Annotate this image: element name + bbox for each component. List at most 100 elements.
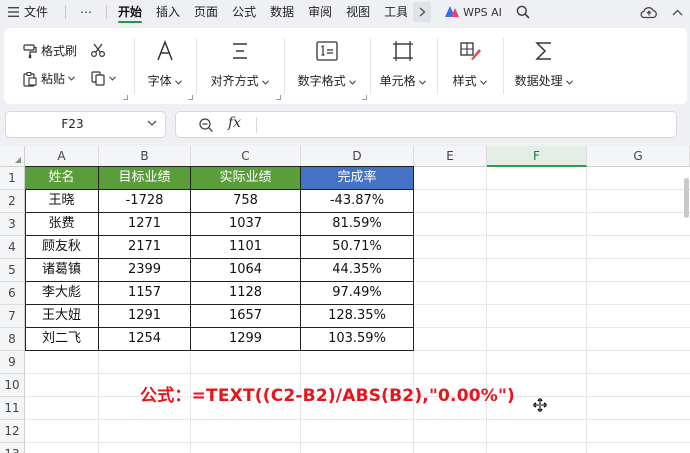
tabs-scroll-right-button[interactable] <box>413 2 432 22</box>
row-header-5[interactable]: 5 <box>0 259 25 282</box>
row-header-10[interactable]: 10 <box>0 374 25 397</box>
data-process-label-wrap: 数据处理 <box>504 72 584 89</box>
table-cell[interactable]: 刘二飞 <box>25 328 99 351</box>
tab-page[interactable]: 页面 <box>187 0 225 24</box>
more-menu[interactable]: ⋯ <box>70 0 102 24</box>
style-label: 样式 <box>452 74 477 88</box>
table-cell[interactable]: 诸葛镇 <box>25 259 99 282</box>
tab-tools[interactable]: 工具 <box>377 0 407 24</box>
table-cell[interactable]: 2171 <box>99 236 191 259</box>
column-header-a[interactable]: A <box>25 146 99 167</box>
formula-bar: F23 fx <box>0 111 690 139</box>
row-header-7[interactable]: 7 <box>0 305 25 328</box>
alignment-group[interactable]: 对齐方式 <box>197 28 283 104</box>
table-cell[interactable]: 1128 <box>191 282 301 305</box>
table-cell[interactable]: -43.87% <box>301 190 414 213</box>
table-header-cell[interactable]: 目标业绩 <box>99 167 191 190</box>
row-header-6[interactable]: 6 <box>0 282 25 305</box>
column-header-f[interactable]: F <box>487 146 587 167</box>
tab-data[interactable]: 数据 <box>263 0 301 24</box>
tab-formula[interactable]: 公式 <box>225 0 263 24</box>
table-cell[interactable]: 758 <box>191 190 301 213</box>
copy-button[interactable] <box>90 70 116 86</box>
table-cell[interactable]: 81.59% <box>301 213 414 236</box>
zoom-out-icon[interactable] <box>198 117 214 133</box>
table-header-cell[interactable]: 姓名 <box>25 167 99 190</box>
number-format-icon <box>316 41 338 61</box>
row-header-1[interactable]: 1 <box>0 167 25 190</box>
table-cell[interactable]: 1271 <box>99 213 191 236</box>
tab-review[interactable]: 审阅 <box>301 0 339 24</box>
table-cell[interactable]: -1728 <box>99 190 191 213</box>
table-cell[interactable]: 1037 <box>191 213 301 236</box>
table-cell[interactable]: 顾友秋 <box>25 236 99 259</box>
table-cell[interactable]: 128.35% <box>301 305 414 328</box>
row-header-13[interactable]: 13 <box>0 443 25 453</box>
table-header-cell[interactable]: 实际业绩 <box>191 167 301 190</box>
spreadsheet-grid[interactable]: ABCDEFG12345678910111213姓名目标业绩实际业绩完成率王晓-… <box>0 146 690 453</box>
row-header-9[interactable]: 9 <box>0 351 25 374</box>
table-cell[interactable]: 1064 <box>191 259 301 282</box>
table-cell[interactable]: 王大妞 <box>25 305 99 328</box>
row-header-8[interactable]: 8 <box>0 328 25 351</box>
search-button[interactable] <box>510 0 536 24</box>
tab-view[interactable]: 视图 <box>339 0 377 24</box>
table-cell[interactable]: 李大彪 <box>25 282 99 305</box>
font-group[interactable]: 字体 <box>135 28 195 104</box>
column-header-e[interactable]: E <box>414 146 487 167</box>
style-label-wrap: 样式 <box>438 72 502 89</box>
data-process-label: 数据处理 <box>514 74 563 88</box>
row-header-11[interactable]: 11 <box>0 397 25 420</box>
column-header-d[interactable]: D <box>301 146 414 167</box>
wps-ai-button[interactable]: WPS AI <box>437 6 510 19</box>
row-header-3[interactable]: 3 <box>0 213 25 236</box>
column-header-g[interactable]: G <box>587 146 690 167</box>
column-header-c[interactable]: C <box>191 146 301 167</box>
table-header-cell[interactable]: 完成率 <box>301 167 414 190</box>
table-cell[interactable]: 1291 <box>99 305 191 328</box>
table-cell[interactable]: 97.49% <box>301 282 414 305</box>
gridline <box>25 373 690 374</box>
fx-icon[interactable]: fx <box>228 115 241 131</box>
align-launcher[interactable] <box>276 95 281 100</box>
row-header-2[interactable]: 2 <box>0 190 25 213</box>
gridline <box>25 419 690 420</box>
table-cell[interactable]: 1101 <box>191 236 301 259</box>
table-cell[interactable]: 50.71% <box>301 236 414 259</box>
clipboard-launcher[interactable] <box>123 95 128 100</box>
column-header-b[interactable]: B <box>99 146 191 167</box>
table-cell[interactable]: 1157 <box>99 282 191 305</box>
table-cell[interactable]: 2399 <box>99 259 191 282</box>
menu-separator <box>65 5 67 19</box>
tab-home[interactable]: 开始 <box>111 0 149 24</box>
formula-input[interactable]: fx <box>175 111 677 138</box>
number-format-group[interactable]: 数字格式 <box>285 28 369 104</box>
cell-group[interactable]: 单元格 <box>371 28 435 104</box>
number-format-launcher[interactable] <box>362 95 367 100</box>
format-painter-button[interactable]: 格式刷 <box>22 42 77 59</box>
style-group[interactable]: 样式 <box>438 28 502 104</box>
paste-button[interactable]: 粘贴 <box>22 70 75 87</box>
file-menu[interactable]: 文件 <box>0 0 55 24</box>
table-cell[interactable]: 1299 <box>191 328 301 351</box>
chevron-down-icon[interactable] <box>145 116 159 130</box>
collapse-ribbon-button[interactable] <box>664 0 690 24</box>
select-all-corner[interactable] <box>0 146 25 167</box>
table-cell[interactable]: 1254 <box>99 328 191 351</box>
row-header-12[interactable]: 12 <box>0 420 25 443</box>
row-header-4[interactable]: 4 <box>0 236 25 259</box>
name-box[interactable]: F23 <box>5 111 166 138</box>
window-controls <box>634 0 690 24</box>
vertical-scrollbar[interactable] <box>684 178 689 218</box>
cut-button[interactable] <box>90 42 106 58</box>
cloud-sync-button[interactable] <box>634 0 664 24</box>
wps-ai-logo-icon <box>445 6 460 18</box>
data-process-group[interactable]: 数据处理 <box>504 28 584 104</box>
table-cell[interactable]: 王晓 <box>25 190 99 213</box>
font-launcher[interactable] <box>188 95 193 100</box>
table-cell[interactable]: 103.59% <box>301 328 414 351</box>
tab-insert[interactable]: 插入 <box>149 0 187 24</box>
table-cell[interactable]: 44.35% <box>301 259 414 282</box>
table-cell[interactable]: 张费 <box>25 213 99 236</box>
table-cell[interactable]: 1657 <box>191 305 301 328</box>
